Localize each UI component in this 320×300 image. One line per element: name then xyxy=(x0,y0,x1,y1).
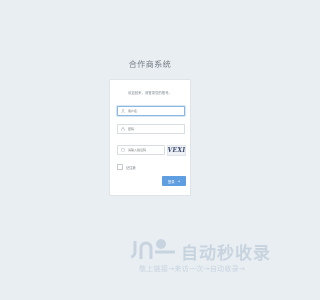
username-field[interactable] xyxy=(117,106,185,116)
password-field[interactable] xyxy=(117,124,185,134)
remember-me[interactable]: 记住我 xyxy=(117,164,136,170)
login-page: 合作商系统 欢迎回来，请登录您的账号。 用户名 请输入验证码 VEXI 记住我 … xyxy=(0,0,300,300)
welcome-text: 欢迎回来，请登录您的账号。 xyxy=(127,91,173,95)
login-button-label: 登录 xyxy=(167,179,175,184)
remember-checkbox[interactable] xyxy=(117,164,123,170)
captcha-input[interactable] xyxy=(127,148,164,152)
captcha-code: VEXI xyxy=(167,147,186,154)
remember-label: 记住我 xyxy=(126,165,136,170)
login-button[interactable]: 登录 ➜ xyxy=(162,176,186,186)
password-input[interactable] xyxy=(127,127,184,131)
captcha-image[interactable]: VEXI xyxy=(167,145,186,156)
user-icon xyxy=(119,107,127,115)
login-card: 欢迎回来，请登录您的账号。 用户名 请输入验证码 VEXI 记住我 登录 ➜ xyxy=(109,79,191,196)
captcha-field[interactable] xyxy=(117,145,165,155)
page-title: 合作商系统 xyxy=(128,60,172,69)
watermark: 自动秒收录 敬上链接→来访一次→自动收录→ xyxy=(131,238,291,278)
watermark-logo xyxy=(131,239,175,259)
arrow-right-icon: ➜ xyxy=(177,179,181,183)
watermark-brand: 自动秒收录 xyxy=(181,244,271,264)
shield-icon xyxy=(119,146,127,154)
watermark-tagline: 敬上链接→来访一次→自动收录→ xyxy=(139,265,246,273)
lock-icon xyxy=(119,125,127,133)
username-input[interactable] xyxy=(127,109,184,113)
